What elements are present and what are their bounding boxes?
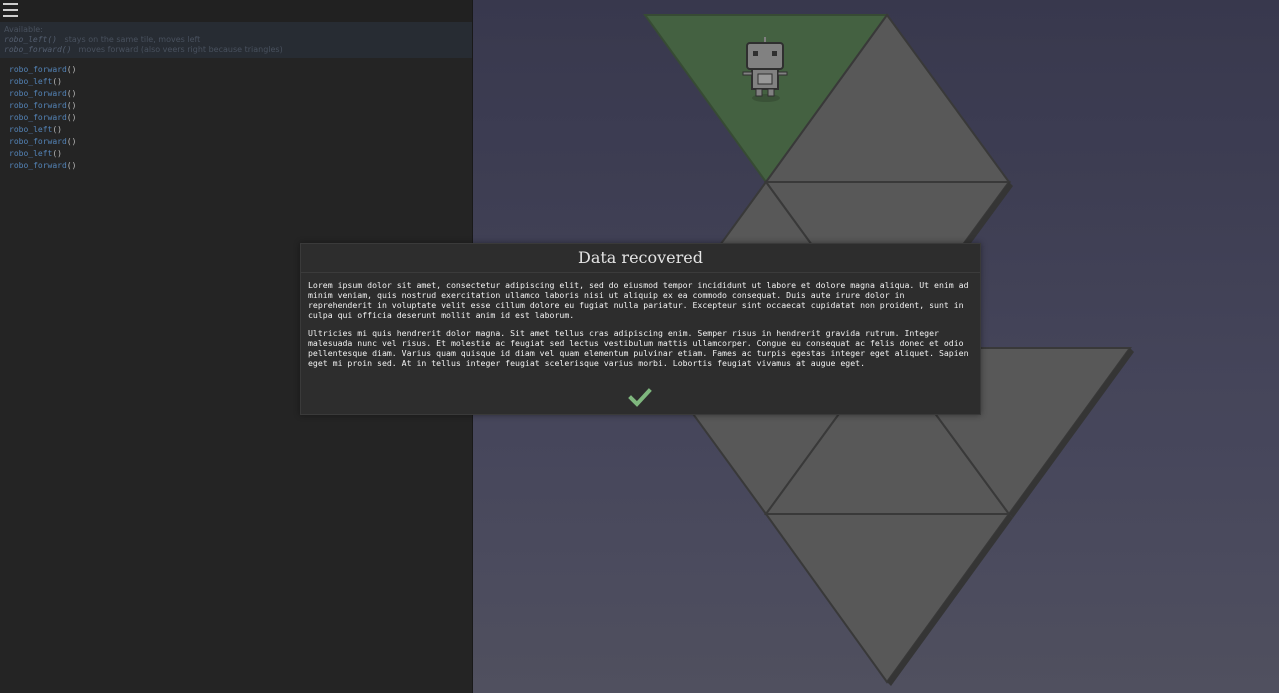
help-item-function: robo_left() <box>4 35 57 44</box>
dialog-body: Lorem ipsum dolor sit amet, consectetur … <box>308 280 973 376</box>
hamburger-menu-icon[interactable] <box>3 3 18 17</box>
code-line[interactable]: robo_forward() <box>9 88 76 100</box>
help-item: robo_left() stays on the same tile, move… <box>4 35 200 44</box>
code-line[interactable]: robo_forward() <box>9 100 76 112</box>
dialog-title: Data recovered <box>301 244 980 273</box>
code-line[interactable]: robo_forward() <box>9 160 76 172</box>
help-heading: Available: <box>4 25 43 34</box>
code-line[interactable]: robo_forward() <box>9 112 76 124</box>
code-line[interactable]: robo_left() <box>9 148 76 160</box>
tile <box>764 513 1011 684</box>
dialog-paragraph: Lorem ipsum dolor sit amet, consectetur … <box>308 280 969 320</box>
confirm-button[interactable] <box>628 388 652 408</box>
help-item-description: moves forward (also veers right because … <box>78 45 283 54</box>
checkmark-icon <box>628 388 652 407</box>
help-box: Available: robo_left() stays on the same… <box>0 22 472 58</box>
code-editor[interactable]: robo_forward() robo_left() robo_forward(… <box>9 64 76 172</box>
help-item-description: stays on the same tile, moves left <box>64 35 201 44</box>
help-item-function: robo_forward() <box>4 45 72 54</box>
code-line[interactable]: robo_left() <box>9 76 76 88</box>
toolbar <box>0 0 472 22</box>
data-recovered-dialog: Data recovered Lorem ipsum dolor sit ame… <box>300 243 981 415</box>
dialog-paragraph: Ultricies mi quis hendrerit dolor magna.… <box>308 328 969 368</box>
code-line[interactable]: robo_forward() <box>9 64 76 76</box>
code-line[interactable]: robo_left() <box>9 124 76 136</box>
code-line[interactable]: robo_forward() <box>9 136 76 148</box>
help-item: robo_forward() moves forward (also veers… <box>4 45 283 54</box>
